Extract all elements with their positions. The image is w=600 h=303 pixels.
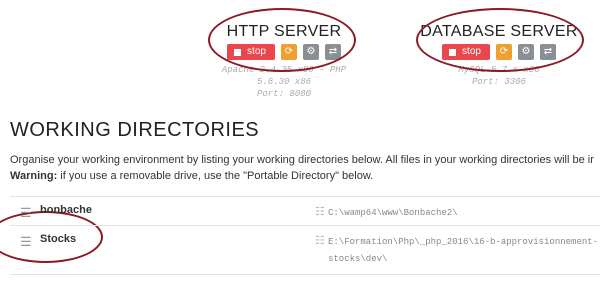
database-server-port: Port: 3306: [471, 77, 526, 87]
directory-row-bonbache[interactable]: ☰ bonbache ☷ C:\wamp64\www\Bonbache2\: [10, 197, 600, 226]
working-directories-description: Organise your working environment by lis…: [10, 152, 594, 184]
directory-path: C:\wamp64\www\Bonbache2\: [328, 208, 458, 218]
directory-row-stocks[interactable]: ☰ Stocks ☷ E:\Formation\Php\_php_2016\16…: [10, 226, 600, 275]
database-annotation-circle: [416, 8, 584, 72]
warning-text: if you use a removable drive, use the "P…: [57, 170, 374, 182]
working-directories-list: ☰ bonbache ☷ C:\wamp64\www\Bonbache2\ ☰ …: [10, 196, 600, 275]
http-annotation-circle: [208, 8, 356, 72]
drag-handle-icon[interactable]: ☰: [20, 205, 32, 221]
working-directories-heading: WORKING DIRECTORIES: [10, 119, 260, 141]
description-text: Organise your working environment by lis…: [10, 154, 594, 166]
drag-handle-icon[interactable]: ☰: [20, 234, 32, 250]
list-icon: ☷: [315, 206, 325, 218]
directory-name: bonbache: [40, 204, 92, 216]
warning-line: Warning: if you use a removable drive, u…: [10, 168, 594, 184]
directory-name: Stocks: [40, 233, 77, 245]
list-icon: ☷: [315, 235, 325, 247]
directory-path: E:\Formation\Php\_php_2016\16-b-approvis…: [328, 237, 599, 264]
http-server-port: Port: 8080: [256, 89, 311, 99]
warning-label: Warning:: [10, 170, 58, 182]
